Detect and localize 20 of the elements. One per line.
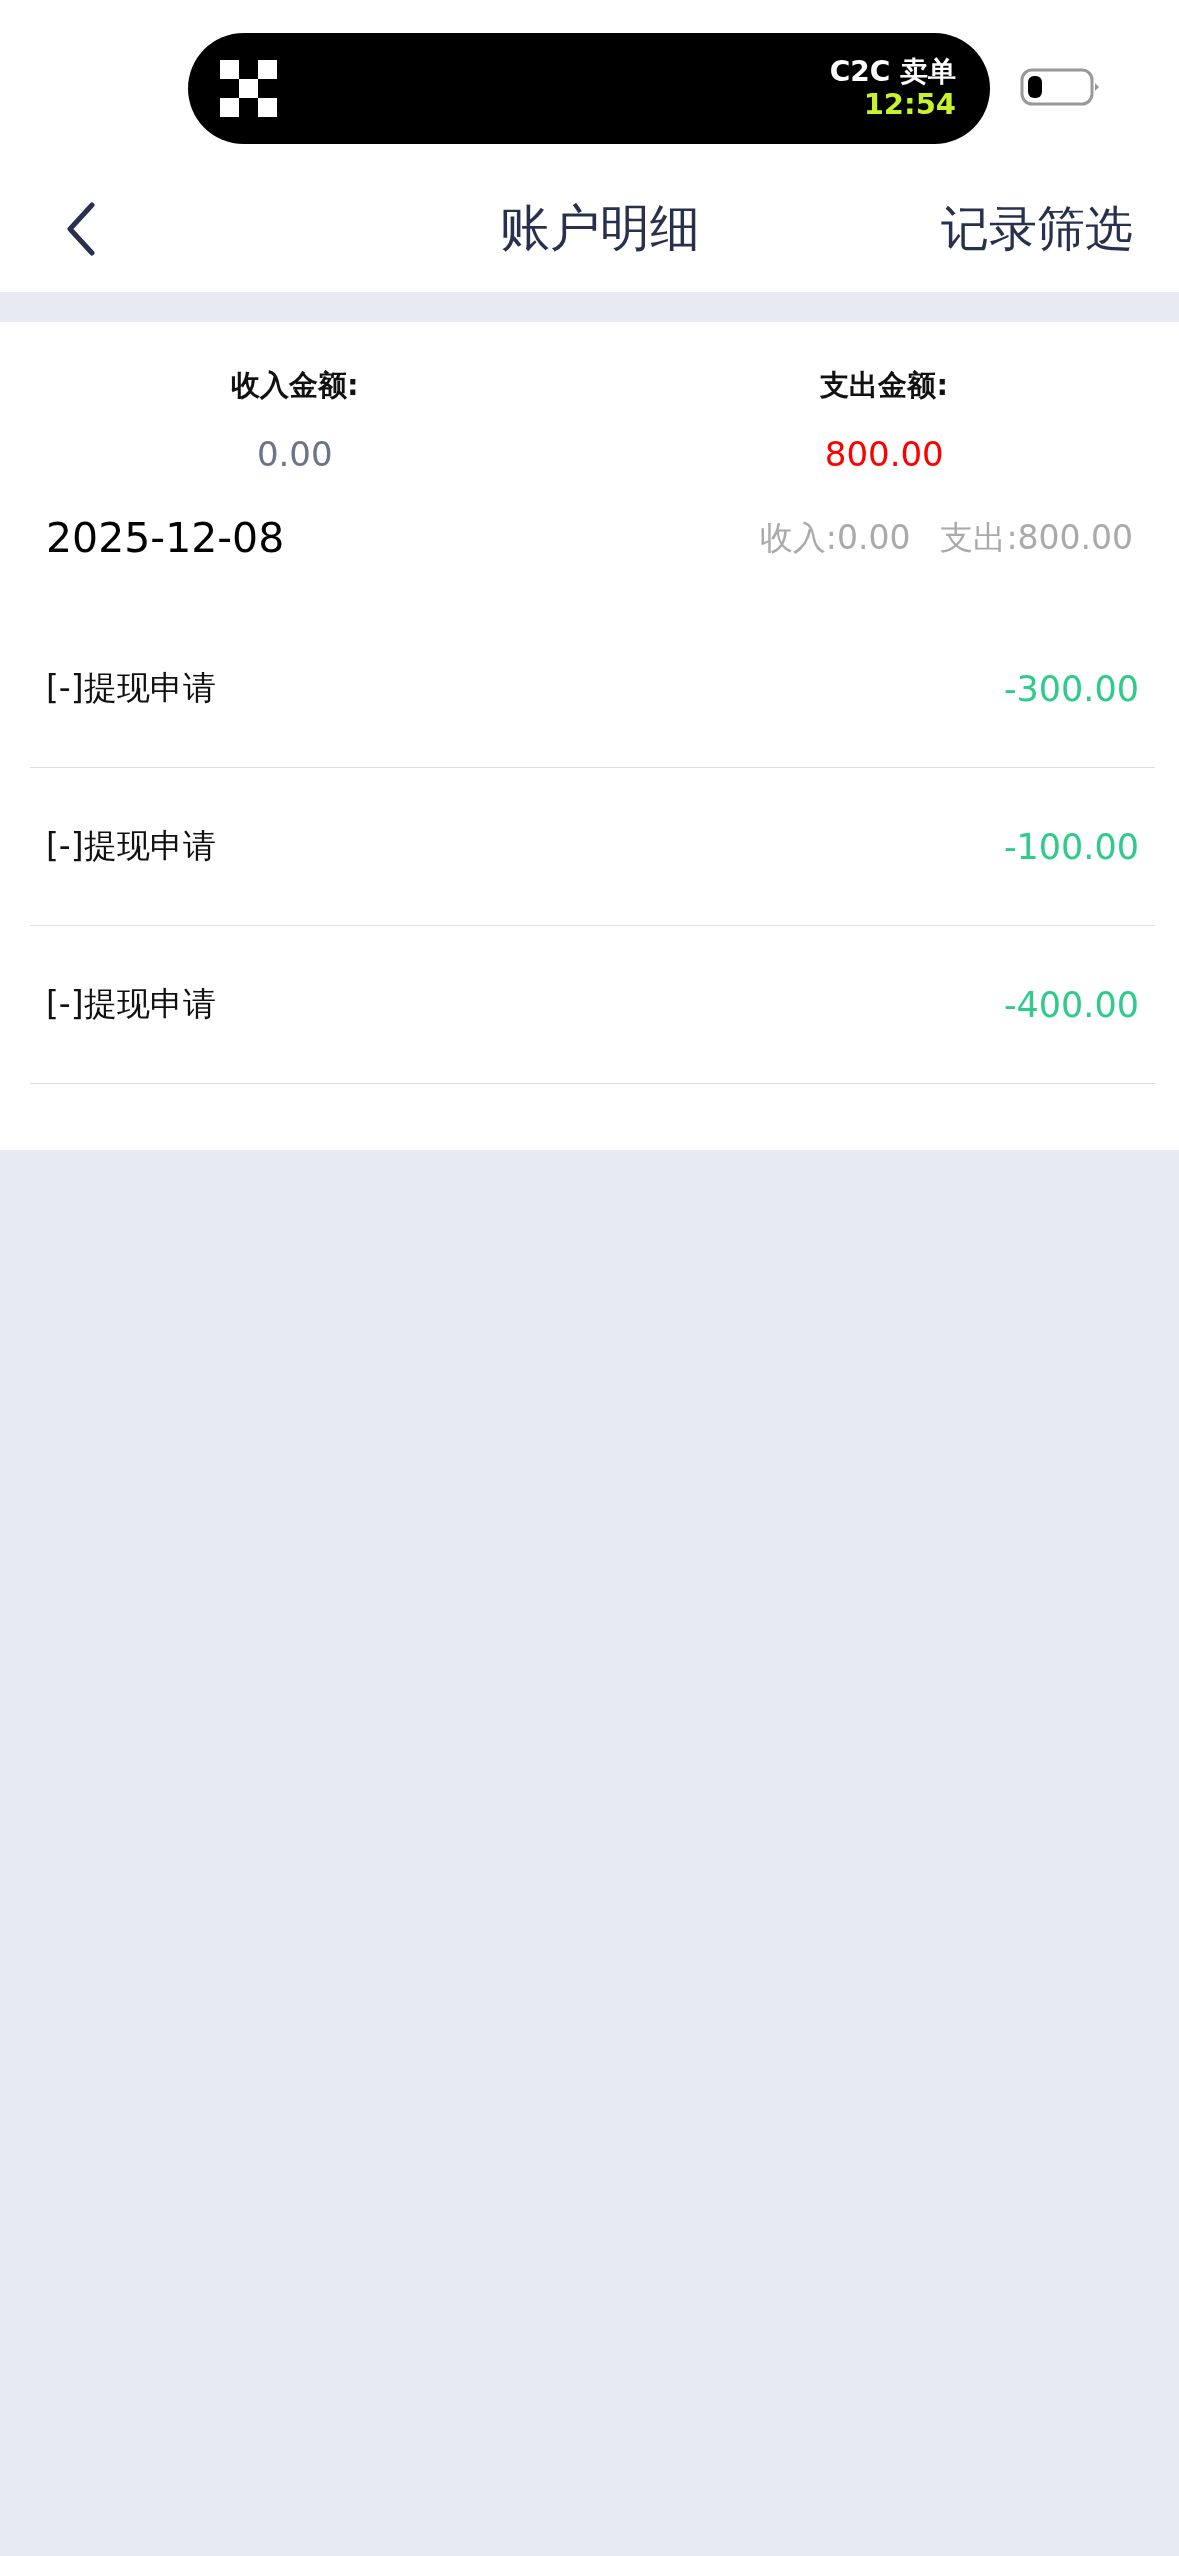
record-title: [-]提现申请: [46, 825, 216, 867]
filter-records-button[interactable]: 记录筛选: [941, 196, 1133, 261]
summary-amount: 800.00: [824, 434, 944, 474]
summary-label: 收入金额:: [230, 367, 359, 404]
battery-icon: [1020, 67, 1100, 107]
record-amount: -300.00: [1003, 668, 1139, 709]
summary-label: 支出金额:: [820, 367, 949, 404]
back-icon[interactable]: [66, 201, 96, 256]
day-expense-total: 支出:800.00: [940, 516, 1133, 559]
checker-logo-icon: [220, 60, 277, 117]
record-amount: -100.00: [1003, 826, 1139, 867]
record-title: [-]提现申请: [46, 667, 216, 709]
activity-time: 12:54: [863, 87, 956, 122]
page-title: 账户明细: [499, 198, 700, 259]
summary-amount: 0.00: [256, 434, 333, 474]
date-label: 2025-12-08: [46, 514, 285, 562]
day-income-total: 收入:0.00: [759, 516, 911, 559]
record-amount: -400.00: [1003, 984, 1139, 1025]
activity-title: C2C 卖单: [829, 55, 956, 88]
record-title: [-]提现申请: [46, 983, 216, 1025]
